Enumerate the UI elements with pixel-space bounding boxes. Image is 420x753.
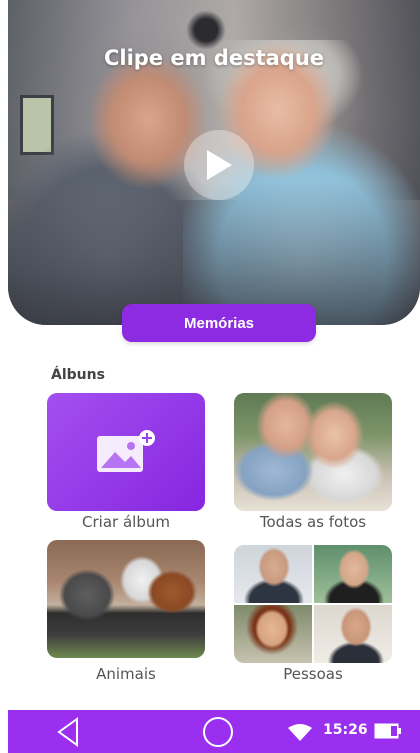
person-photo bbox=[234, 545, 312, 603]
create-album-tile[interactable] bbox=[47, 393, 205, 511]
play-button[interactable] bbox=[184, 130, 254, 200]
all-photos-label: Todas as fotos bbox=[259, 513, 367, 531]
people-album-label: Pessoas bbox=[283, 665, 343, 683]
add-image-icon bbox=[97, 430, 155, 472]
back-triangle-icon[interactable] bbox=[56, 717, 80, 747]
status-time: 15:26 bbox=[323, 722, 368, 738]
memories-button[interactable]: Memórias bbox=[122, 304, 316, 342]
animals-album-label: Animais bbox=[96, 665, 156, 683]
people-album-tile[interactable] bbox=[234, 545, 392, 663]
person-photo bbox=[234, 605, 312, 663]
play-icon bbox=[207, 150, 232, 180]
system-navigation-bar: 15:26 bbox=[8, 710, 420, 753]
featured-clip-title: Clipe em destaque bbox=[103, 46, 325, 70]
person-photo bbox=[314, 605, 392, 663]
animals-album-tile[interactable] bbox=[47, 540, 205, 658]
albums-section-title: Álbuns bbox=[51, 367, 105, 383]
featured-clip-banner[interactable]: Clipe em destaque bbox=[8, 0, 420, 325]
home-circle-icon[interactable] bbox=[203, 717, 233, 747]
battery-icon bbox=[374, 723, 401, 739]
create-album-label: Criar álbum bbox=[82, 513, 170, 531]
wifi-icon bbox=[288, 724, 312, 741]
person-photo bbox=[314, 545, 392, 603]
all-photos-tile[interactable] bbox=[234, 393, 392, 511]
